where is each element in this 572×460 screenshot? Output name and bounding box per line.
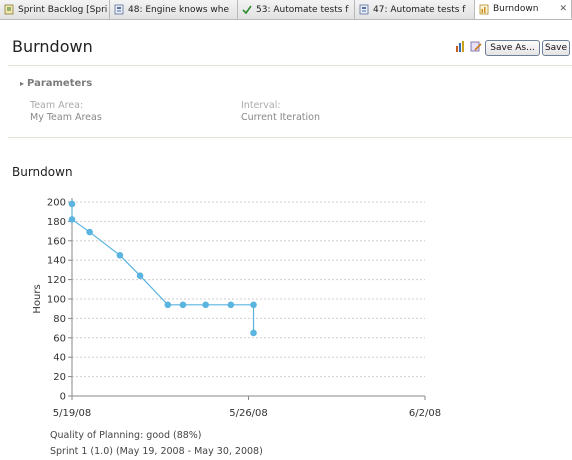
y-tick-label: 100 xyxy=(47,295,66,306)
tab-label: 48: Engine knows whe xyxy=(128,4,229,15)
edit-report-icon[interactable] xyxy=(470,40,482,53)
y-tick-label: 180 xyxy=(47,217,66,228)
header-divider xyxy=(8,65,572,66)
work-item-icon xyxy=(114,4,124,15)
chart-report-icon[interactable] xyxy=(455,40,467,53)
data-point xyxy=(250,329,257,337)
x-tick-label: 6/2/08 xyxy=(409,408,441,419)
y-tick-label: 160 xyxy=(47,236,66,247)
parameters-divider xyxy=(8,137,572,138)
tab-work-item-53[interactable]: 53: Automate tests f xyxy=(238,0,355,19)
data-point xyxy=(227,301,235,309)
data-point xyxy=(164,301,172,309)
check-icon xyxy=(242,5,252,15)
data-point xyxy=(179,301,187,309)
plan-icon xyxy=(4,4,14,15)
work-item-icon xyxy=(359,4,369,15)
y-tick-label: 60 xyxy=(53,333,66,344)
parameters-heading: Parameters xyxy=(27,78,93,89)
y-tick-label: 40 xyxy=(53,353,66,364)
save-as-button[interactable]: Save As... xyxy=(485,40,540,56)
y-tick-label: 120 xyxy=(47,275,66,286)
tab-label: Sprint Backlog [Spri xyxy=(18,4,108,15)
chart-section-title: Burndown xyxy=(12,165,73,179)
data-point xyxy=(68,200,76,208)
tab-label: Burndown xyxy=(493,4,539,14)
burndown-line xyxy=(71,203,255,333)
y-axis-label: Hours xyxy=(32,284,43,313)
report-icon xyxy=(479,4,489,14)
tab-label: 47: Automate tests f xyxy=(373,4,466,15)
interval-label: Interval: xyxy=(241,100,281,111)
interval-value: Current Iteration xyxy=(241,112,320,123)
data-point xyxy=(86,228,93,236)
expand-arrow-icon: ▸ xyxy=(20,79,25,88)
sprint-info: Sprint 1 (1.0) (May 19, 2008 - May 30, 2… xyxy=(50,446,263,457)
data-point xyxy=(202,301,209,309)
y-tick-label: 20 xyxy=(53,372,66,383)
team-area-value: My Team Areas xyxy=(30,112,102,123)
save-button[interactable]: Save xyxy=(542,40,570,56)
report-toolbar xyxy=(455,40,482,53)
tab-burndown[interactable]: Burndown ✕ xyxy=(475,0,572,19)
data-point xyxy=(68,216,76,223)
data-point xyxy=(136,272,144,280)
close-tab-icon[interactable]: ✕ xyxy=(556,4,567,14)
x-tick-label: 5/19/08 xyxy=(53,408,92,419)
tab-work-item-48[interactable]: 48: Engine knows whe xyxy=(110,0,238,19)
y-tick-label: 200 xyxy=(47,198,66,209)
data-point xyxy=(250,301,257,309)
tab-sprint-backlog[interactable]: Sprint Backlog [Spri xyxy=(0,0,110,19)
page-title: Burndown xyxy=(12,37,93,56)
tab-label: 53: Automate tests f xyxy=(256,4,349,15)
tab-work-item-47[interactable]: 47: Automate tests f xyxy=(355,0,475,19)
team-area-label: Team Area: xyxy=(30,100,84,111)
parameters-section-toggle[interactable]: ▸ Parameters xyxy=(20,78,92,89)
y-tick-label: 0 xyxy=(60,392,66,403)
burndown-chart: 0 20 40 60 80 100 120 140 160 180 200 5/19/08 5/26/0… xyxy=(32,198,441,420)
y-tick-label: 80 xyxy=(53,314,66,325)
editor-tab-bar: Sprint Backlog [Spri 48: Engine knows wh… xyxy=(0,0,572,20)
quality-of-planning: Quality of Planning: good (88%) xyxy=(50,430,202,441)
data-point xyxy=(116,252,124,259)
x-tick-label: 5/26/08 xyxy=(229,408,268,419)
y-tick-label: 140 xyxy=(47,256,66,267)
